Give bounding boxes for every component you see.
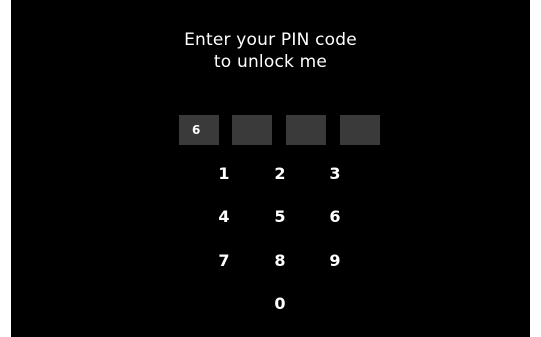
keypad-key-9[interactable]: 9 — [320, 249, 350, 273]
prompt-line-1: Enter your PIN code — [184, 30, 357, 50]
keypad-key-5[interactable]: 5 — [265, 205, 295, 229]
keypad-key-0[interactable]: 0 — [265, 292, 295, 316]
keypad-key-3[interactable]: 3 — [320, 162, 350, 186]
pin-digit-box-1: 6 — [179, 115, 219, 145]
prompt-line-2: to unlock me — [213, 52, 328, 72]
keypad-key-1[interactable]: 1 — [209, 162, 239, 186]
keypad-key-4[interactable]: 4 — [209, 205, 239, 229]
keypad-key-6[interactable]: 6 — [320, 205, 350, 229]
pin-lock-screen: Enter your PIN code to unlock me 6 1 2 3… — [11, 0, 530, 337]
pin-digit-box-3 — [286, 115, 326, 145]
keypad-key-8[interactable]: 8 — [265, 249, 295, 273]
pin-digit-box-2 — [232, 115, 272, 145]
keypad-key-2[interactable]: 2 — [265, 162, 295, 186]
keypad-key-7[interactable]: 7 — [209, 249, 239, 273]
pin-digit-box-4 — [340, 115, 380, 145]
